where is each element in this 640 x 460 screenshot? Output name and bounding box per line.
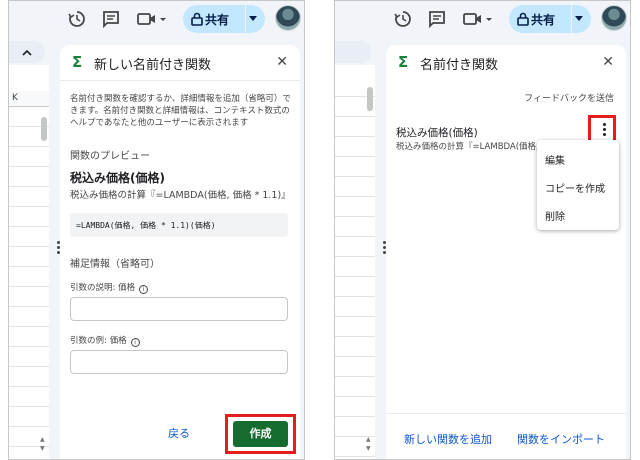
menu-item-edit[interactable]: 編集 <box>545 152 565 167</box>
preview-heading: 関数のプレビュー <box>70 151 150 162</box>
formula-text: =LAMBDA(価格, 価格 * 1.1)(価格) <box>76 221 216 230</box>
info-icon[interactable]: i <box>139 285 149 294</box>
share-button[interactable]: 共有 <box>183 5 265 33</box>
share-divider <box>245 5 246 33</box>
sidebar-header: Σ 新しい名前付き関数 ✕ <box>60 45 300 81</box>
new-named-function-sidebar: Σ 新しい名前付き関数 ✕ 名前付き関数を確認するか、詳細情報を追加（省略可）で… <box>60 45 300 459</box>
vertical-scrollbar[interactable] <box>41 107 47 457</box>
sheet-toolbar <box>9 37 49 65</box>
intro-text: 名前付き関数を確認するか、詳細情報を追加（省略可）できます。名前付き関数と詳細情… <box>70 94 291 128</box>
formula-preview: =LAMBDA(価格, 価格 * 1.1)(価格) <box>70 213 288 237</box>
column-header[interactable]: K <box>9 91 49 107</box>
avatar[interactable] <box>601 5 627 31</box>
menu-item-copy[interactable]: コピーを作成 <box>545 180 605 195</box>
close-icon[interactable]: ✕ <box>602 54 614 70</box>
function-name[interactable]: 税込み価格(価格) <box>396 125 478 140</box>
share-button[interactable]: 共有 <box>509 5 591 33</box>
back-button[interactable]: 戻る <box>168 425 190 441</box>
extra-info-heading: 補足情報（省略可） <box>70 259 160 270</box>
sidebar-title: 名前付き関数 <box>420 58 499 73</box>
column-label: K <box>12 93 18 103</box>
sigma-icon: Σ <box>398 53 409 71</box>
share-label: 共有 <box>205 13 230 27</box>
function-description: 税込み価格の計算『=LAMBDA(価格, 価格 * 1.1)』 <box>70 190 291 201</box>
video-camera-icon[interactable] <box>137 9 167 29</box>
collapse-toolbar-button[interactable] <box>335 41 371 63</box>
arg-description-label: 引数の説明: 価格 i <box>70 281 149 294</box>
share-divider <box>571 5 572 33</box>
named-functions-sidebar: Σ 名前付き関数 ✕ フィードバックを送信 税込み価格(価格) 税込み価格の計算… <box>386 45 626 459</box>
sheet-toolbar <box>335 37 375 65</box>
add-new-function-button[interactable]: 新しい関数を追加 <box>404 431 492 447</box>
more-options-icon[interactable] <box>596 121 612 141</box>
function-description: 税込み価格の計算『=LAMBDA(価格, 価 <box>396 142 550 152</box>
feedback-link[interactable]: フィードバックを送信 <box>524 91 614 104</box>
chevron-up-icon <box>22 49 32 56</box>
info-icon[interactable]: i <box>130 338 140 347</box>
menu-item-delete[interactable]: 削除 <box>545 208 565 223</box>
scroll-arrows[interactable]: ▲ ▼ <box>40 435 45 453</box>
video-camera-icon[interactable] <box>463 9 493 29</box>
sidebar-header: Σ 名前付き関数 ✕ <box>386 45 626 81</box>
function-context-menu: 編集 コピーを作成 削除 <box>537 140 619 230</box>
arg-example-input[interactable] <box>70 350 288 374</box>
function-name: 税込み価格(価格) <box>70 171 165 185</box>
vertical-scrollbar[interactable] <box>367 77 373 457</box>
comment-icon[interactable] <box>101 9 121 29</box>
left-screenshot-panel: 共有 K ▲ ▼ Σ 新しい名前付き関数 ✕ 名前付き関数を確認するか、詳細情報を… <box>8 0 305 460</box>
spreadsheet-strip: ▲ ▼ <box>335 37 375 459</box>
scroll-arrows[interactable]: ▲ ▼ <box>366 435 371 453</box>
close-icon[interactable]: ✕ <box>276 54 288 70</box>
lock-icon <box>191 12 203 26</box>
scrollbar-thumb[interactable] <box>41 117 47 141</box>
collapse-toolbar-button[interactable] <box>9 41 45 63</box>
arg-description-input[interactable] <box>70 297 288 321</box>
lock-icon <box>517 12 529 26</box>
chevron-down-icon[interactable] <box>249 16 257 22</box>
top-bar: 共有 <box>9 1 304 37</box>
share-label: 共有 <box>531 13 556 27</box>
chevron-down-icon[interactable] <box>575 16 583 22</box>
sigma-icon: Σ <box>72 53 83 71</box>
spreadsheet-strip: K ▲ ▼ <box>9 37 49 459</box>
footer-divider <box>386 413 626 414</box>
create-button[interactable]: 作成 <box>233 421 288 447</box>
history-icon[interactable] <box>67 9 87 29</box>
sidebar-title: 新しい名前付き関数 <box>94 58 212 73</box>
top-bar: 共有 <box>335 1 630 37</box>
right-screenshot-panel: 共有 ▲ ▼ Σ 名前付き関数 ✕ フィードバックを送信 税込み価格(価格) 税込… <box>334 0 631 460</box>
avatar[interactable] <box>275 5 301 31</box>
history-icon[interactable] <box>393 9 413 29</box>
arg-example-label: 引数の例: 価格 i <box>70 334 140 347</box>
comment-icon[interactable] <box>427 9 447 29</box>
scrollbar-thumb[interactable] <box>367 87 373 111</box>
import-functions-button[interactable]: 関数をインポート <box>517 431 605 447</box>
